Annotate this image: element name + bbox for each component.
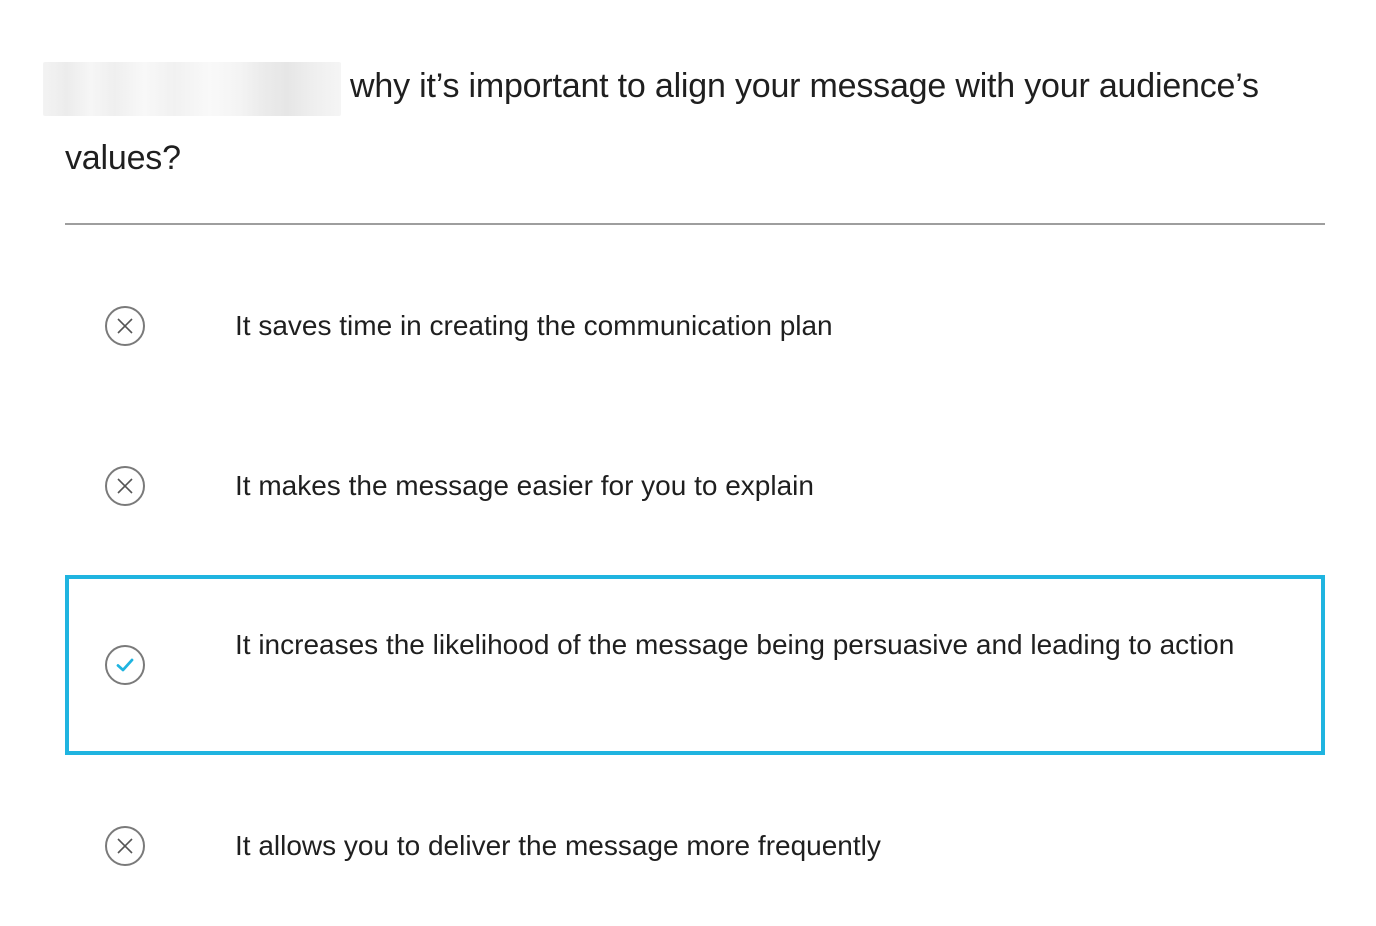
answer-option-1[interactable]: It saves time in creating the communicat… [65,286,1325,366]
question-label: why it’s important to align your message… [65,67,1259,177]
x-circle-icon [105,826,145,866]
question-text: why it’s important to align your message… [65,50,1325,194]
answer-option-label: It increases the likelihood of the messa… [235,629,1235,660]
answer-option-label: It makes the message easier for you to e… [235,470,814,501]
answer-option-4[interactable]: It allows you to deliver the message mor… [65,806,1325,886]
answer-option-2[interactable]: It makes the message easier for you to e… [65,446,1325,526]
answer-option-label: It allows you to deliver the message mor… [235,830,881,861]
answer-option-3[interactable]: It increases the likelihood of the messa… [65,575,1325,755]
x-circle-icon [105,466,145,506]
check-circle-icon [105,645,145,685]
answer-option-label: It saves time in creating the communicat… [235,310,833,341]
question-divider [65,223,1325,225]
x-circle-icon [105,306,145,346]
